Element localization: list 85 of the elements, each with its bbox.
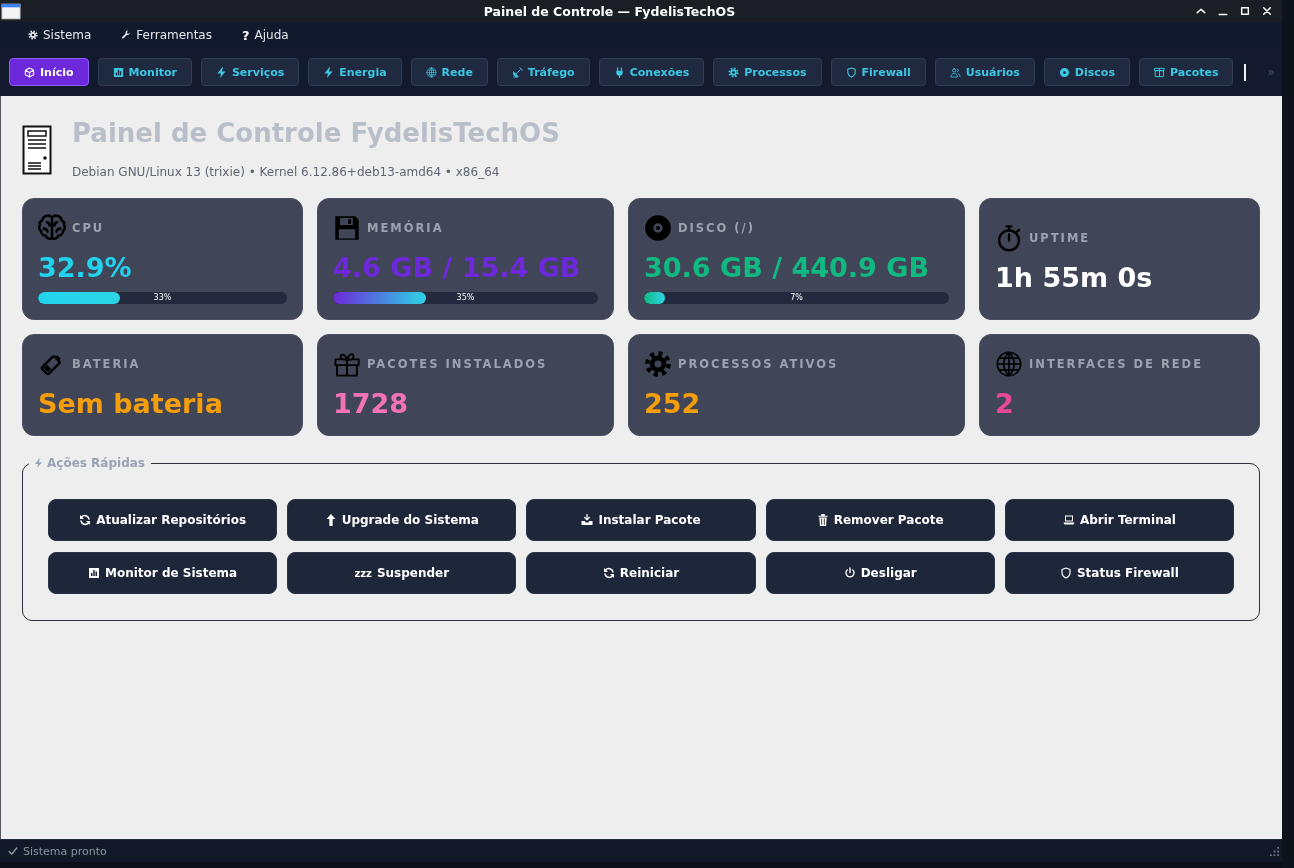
menu-item[interactable]: Ferramentas [121, 28, 212, 42]
action-button[interactable]: zzz Suspender [287, 552, 517, 594]
tab[interactable]: Usuários [934, 58, 1035, 86]
cd-icon [644, 214, 672, 242]
stat-label: DISCO (/) [678, 221, 756, 235]
shield-icon [845, 66, 857, 78]
action-button[interactable]: Status Firewall [1004, 552, 1234, 594]
stat-value: 4.6 GB / 15.4 GB [333, 252, 582, 284]
close-icon[interactable] [1262, 6, 1272, 16]
refresh-icon [602, 567, 615, 579]
stat-value: 1h 55m 0s [995, 262, 1154, 294]
progress-percent: 7% [789, 292, 804, 304]
app-window-icon [1, 2, 21, 20]
stat-value: 32.9% [38, 252, 133, 284]
system-info: Debian GNU/Linux 13 (trixie) • Kernel 6.12.86+deb13-amd64 • x86_64 [72, 164, 501, 180]
tab[interactable]: Tráfego [496, 58, 590, 86]
package-icon [1153, 66, 1165, 78]
globe-icon [425, 66, 437, 78]
window-title: Painel de Controle — FydelisTechOS [482, 3, 737, 19]
stat-value: 2 [995, 388, 1015, 420]
stat-label: CPU [72, 221, 105, 235]
action-button[interactable]: Remover Pacote [765, 499, 995, 541]
gift-icon [333, 350, 361, 378]
satellite-dish-icon [511, 66, 523, 78]
shield-icon [1059, 567, 1072, 579]
menu-item[interactable]: Sistema [28, 28, 92, 42]
section-title: Ações Rápidas [47, 456, 145, 470]
tab[interactable]: Rede [410, 58, 488, 86]
plug-icon [613, 66, 625, 78]
tab[interactable]: Monitor [97, 58, 192, 86]
power-icon [843, 567, 856, 579]
tab[interactable]: Firewall [830, 58, 926, 86]
tab[interactable]: Discos [1043, 58, 1130, 86]
gear-icon [728, 66, 740, 78]
trash-icon [816, 514, 829, 526]
menu-item[interactable]: ? Ajuda [242, 27, 289, 43]
lightning-icon [215, 66, 227, 78]
stat-label: INTERFACES DE REDE [1029, 357, 1203, 371]
gear-icon [28, 30, 38, 40]
stat-value: 30.6 GB / 440.9 GB [644, 252, 930, 284]
action-button[interactable]: Atualizar Repositórios [48, 499, 278, 541]
tab[interactable]: Conexões [598, 58, 705, 86]
lightning-icon [323, 66, 335, 78]
stat-label: BATERIA [72, 357, 141, 371]
tab[interactable]: Energia [308, 58, 402, 86]
stat-label: PROCESSOS ATIVOS [678, 357, 839, 371]
action-button[interactable]: Monitor de Sistema [48, 552, 278, 594]
stopwatch-icon [995, 224, 1023, 252]
stat-value: Sem bateria [38, 388, 224, 420]
resize-grip-icon[interactable] [1270, 846, 1279, 856]
progress-percent: 33% [152, 292, 173, 304]
bar-chart-icon [112, 66, 124, 78]
status-text: Sistema pronto [23, 844, 107, 858]
action-button[interactable]: Instalar Pacote [526, 499, 756, 541]
globe-icon [995, 350, 1023, 378]
tab[interactable]: Processos [713, 58, 822, 86]
cube-icon [24, 66, 35, 78]
gear-icon [644, 350, 672, 378]
chevron-up-icon[interactable] [1196, 8, 1206, 14]
stat-label: PACOTES INSTALADOS [367, 357, 548, 371]
action-button[interactable]: Desligar [765, 552, 995, 594]
tab[interactable]: Pacotes [1138, 58, 1234, 86]
wrench-icon [121, 30, 132, 40]
tab[interactable]: Serviços [200, 58, 300, 86]
action-button[interactable]: Reiniciar [526, 552, 756, 594]
laptop-icon [1062, 514, 1075, 526]
bar-chart-icon [88, 567, 100, 579]
stat-value: 252 [644, 388, 702, 420]
lightning-icon [35, 458, 42, 468]
check-icon [8, 846, 18, 856]
refresh-icon [79, 514, 92, 526]
maximize-icon[interactable] [1240, 6, 1250, 16]
up-arrow-icon [324, 514, 337, 526]
people-icon [949, 66, 961, 78]
stat-label: MEMÓRIA [367, 221, 444, 235]
brain-icon [38, 214, 66, 242]
action-button[interactable]: Abrir Terminal [1004, 499, 1234, 541]
server-icon [22, 125, 52, 175]
stat-label: UPTIME [1029, 231, 1091, 245]
action-button[interactable]: Upgrade do Sistema [287, 499, 517, 541]
progress-percent: 35% [455, 292, 476, 304]
tab[interactable]: Início [9, 58, 89, 86]
minimize-icon[interactable] [1218, 13, 1228, 16]
stat-value: 1728 [333, 388, 410, 420]
inbox-tray-icon [581, 514, 594, 526]
